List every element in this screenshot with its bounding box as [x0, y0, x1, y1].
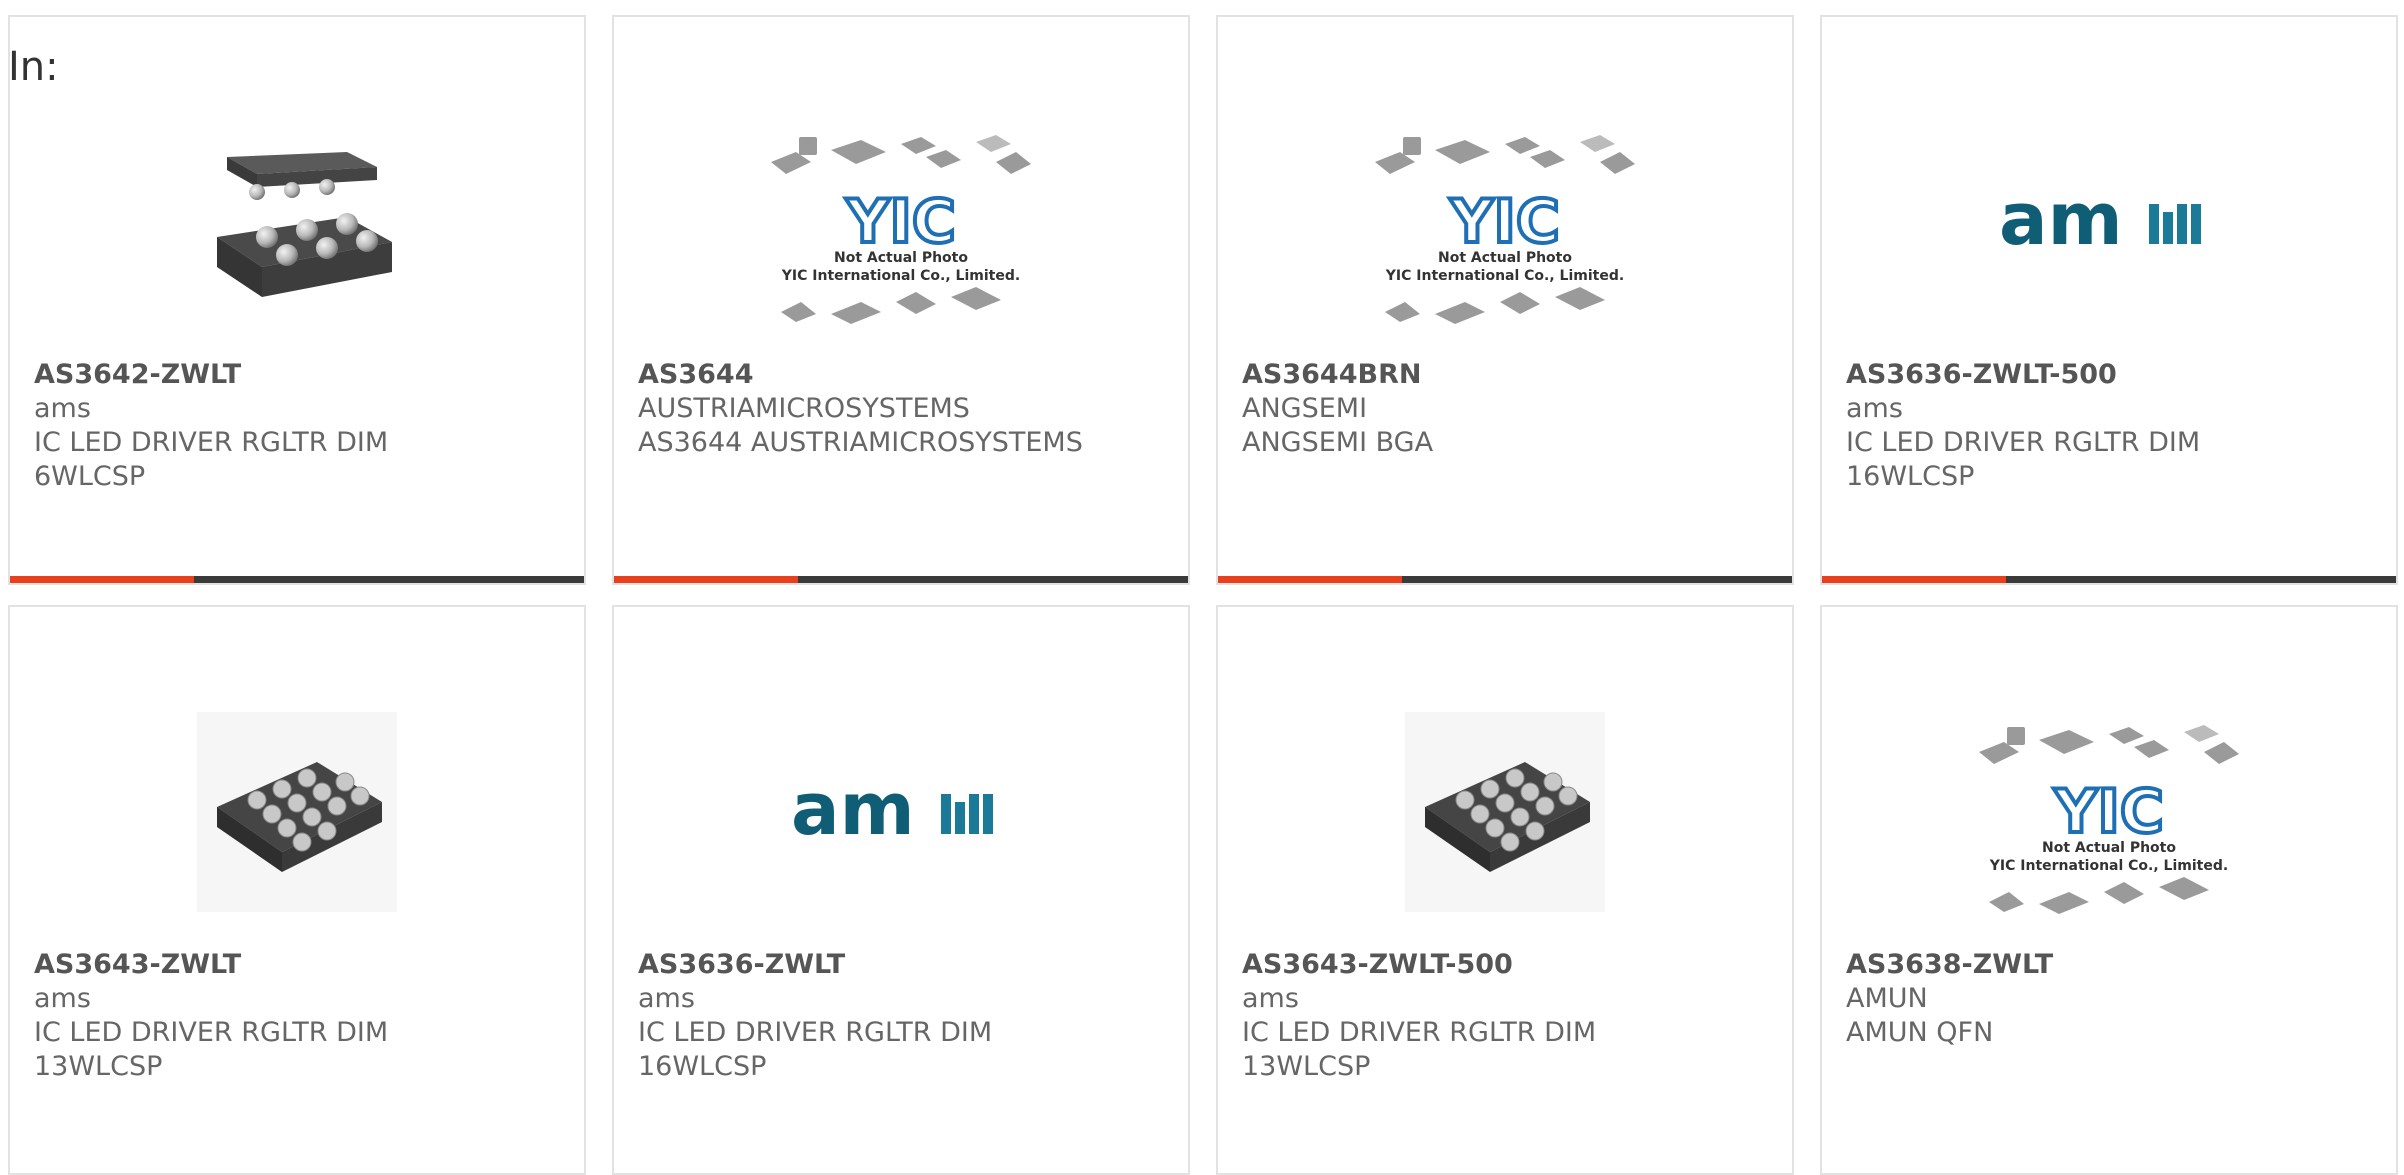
product-card[interactable]: AS3643-ZWLT-500 ams IC LED DRIVER RGLTR …: [1216, 605, 1794, 1175]
description-line: 6WLCSP: [34, 461, 146, 492]
description-line: 16WLCSP: [1846, 461, 1975, 492]
product-card[interactable]: YIC Not Actual Photo YIC International C…: [1820, 605, 2398, 1175]
svg-text:YIC: YIC: [845, 187, 956, 257]
image-caption: Not Actual Photo: [1438, 250, 1572, 266]
part-number-link[interactable]: AS3643-ZWLT-500: [1242, 948, 1772, 982]
svg-text:YIC: YIC: [1449, 187, 1560, 257]
product-image[interactable]: YIC Not Actual Photo YIC International C…: [1822, 677, 2396, 947]
product-card[interactable]: YIC Not Actual Photo YIC International C…: [1216, 15, 1794, 585]
description-line: IC LED DRIVER RGLTR DIM: [1846, 427, 2201, 458]
manufacturer: AMUN: [1846, 983, 1928, 1014]
hover-progress-bar: [10, 576, 584, 583]
description-line: IC LED DRIVER RGLTR DIM: [638, 1017, 993, 1048]
description-line: 16WLCSP: [638, 1051, 767, 1082]
product-image[interactable]: [10, 677, 584, 947]
product-card[interactable]: am AS3636-ZWLT ams IC LED DRIVER RGLTR D…: [612, 605, 1190, 1175]
manufacturer: AUSTRIAMICROSYSTEMS: [638, 393, 970, 424]
manufacturer: ams: [1846, 393, 1903, 424]
part-number-link[interactable]: AS3643-ZWLT: [34, 948, 564, 982]
product-image[interactable]: [1218, 677, 1792, 947]
product-card[interactable]: am AS3636-ZWLT-500 ams IC LED DRIVER RGL…: [1820, 15, 2398, 585]
progress-fill: [1822, 576, 2006, 583]
ams-logo-icon: am: [791, 772, 993, 851]
part-number-link[interactable]: AS3636-ZWLT-500: [1846, 358, 2376, 392]
product-image[interactable]: YIC Not Actual Photo YIC International C…: [614, 87, 1188, 357]
image-caption: YIC International Co., Limited.: [781, 268, 1020, 284]
manufacturer: ams: [1242, 983, 1299, 1014]
part-number-link[interactable]: AS3644: [638, 358, 1168, 392]
wlcsp-13-chip-icon: [1405, 712, 1605, 912]
yic-placeholder-icon: YIC Not Actual Photo YIC International C…: [771, 135, 1031, 324]
part-number-link[interactable]: AS3644BRN: [1242, 358, 1772, 392]
description-line: 13WLCSP: [34, 1051, 163, 1082]
progress-fill: [10, 576, 194, 583]
manufacturer: ams: [34, 393, 91, 424]
manufacturer: ams: [34, 983, 91, 1014]
manufacturer: ANGSEMI: [1242, 393, 1368, 424]
svg-text:YIC: YIC: [2053, 777, 2164, 847]
product-card[interactable]: YIC Not Actual Photo YIC International C…: [612, 15, 1190, 585]
product-image[interactable]: am: [1822, 87, 2396, 357]
description-line: AS3644 AUSTRIAMICROSYSTEMS: [638, 427, 1083, 458]
progress-fill: [614, 576, 798, 583]
wlcsp-13-chip-icon: [197, 712, 397, 912]
manufacturer: ams: [638, 983, 695, 1014]
hover-progress-bar: [614, 576, 1188, 583]
product-card[interactable]: AS3643-ZWLT ams IC LED DRIVER RGLTR DIM …: [8, 605, 586, 1175]
product-card[interactable]: AS3642-ZWLT ams IC LED DRIVER RGLTR DIM …: [8, 15, 586, 585]
description-line: IC LED DRIVER RGLTR DIM: [34, 1017, 389, 1048]
part-number-link[interactable]: AS3636-ZWLT: [638, 948, 1168, 982]
wlcsp-6-chip-icon: [217, 152, 392, 297]
product-image[interactable]: YIC Not Actual Photo YIC International C…: [1218, 87, 1792, 357]
description-line: 13WLCSP: [1242, 1051, 1371, 1082]
svg-text:am: am: [791, 772, 915, 851]
yic-placeholder-icon: YIC Not Actual Photo YIC International C…: [1375, 135, 1635, 324]
hover-progress-bar: [1218, 576, 1792, 583]
part-number-link[interactable]: AS3638-ZWLT: [1846, 948, 2376, 982]
image-caption: Not Actual Photo: [834, 250, 968, 266]
description-line: IC LED DRIVER RGLTR DIM: [34, 427, 389, 458]
filter-label: In:: [8, 44, 59, 90]
progress-fill: [1218, 576, 1402, 583]
image-caption: YIC International Co., Limited.: [1989, 858, 2228, 874]
product-image[interactable]: am: [614, 677, 1188, 947]
product-image[interactable]: [10, 87, 584, 357]
description-line: AMUN QFN: [1846, 1017, 1994, 1048]
description-line: ANGSEMI BGA: [1242, 427, 1434, 458]
description-line: IC LED DRIVER RGLTR DIM: [1242, 1017, 1597, 1048]
image-caption: Not Actual Photo: [2042, 840, 2176, 856]
yic-placeholder-icon: YIC Not Actual Photo YIC International C…: [1979, 725, 2239, 914]
image-caption: YIC International Co., Limited.: [1385, 268, 1624, 284]
part-number-link[interactable]: AS3642-ZWLT: [34, 358, 564, 392]
ams-logo-icon: am: [1999, 182, 2201, 261]
hover-progress-bar: [1822, 576, 2396, 583]
svg-text:am: am: [1999, 182, 2123, 261]
